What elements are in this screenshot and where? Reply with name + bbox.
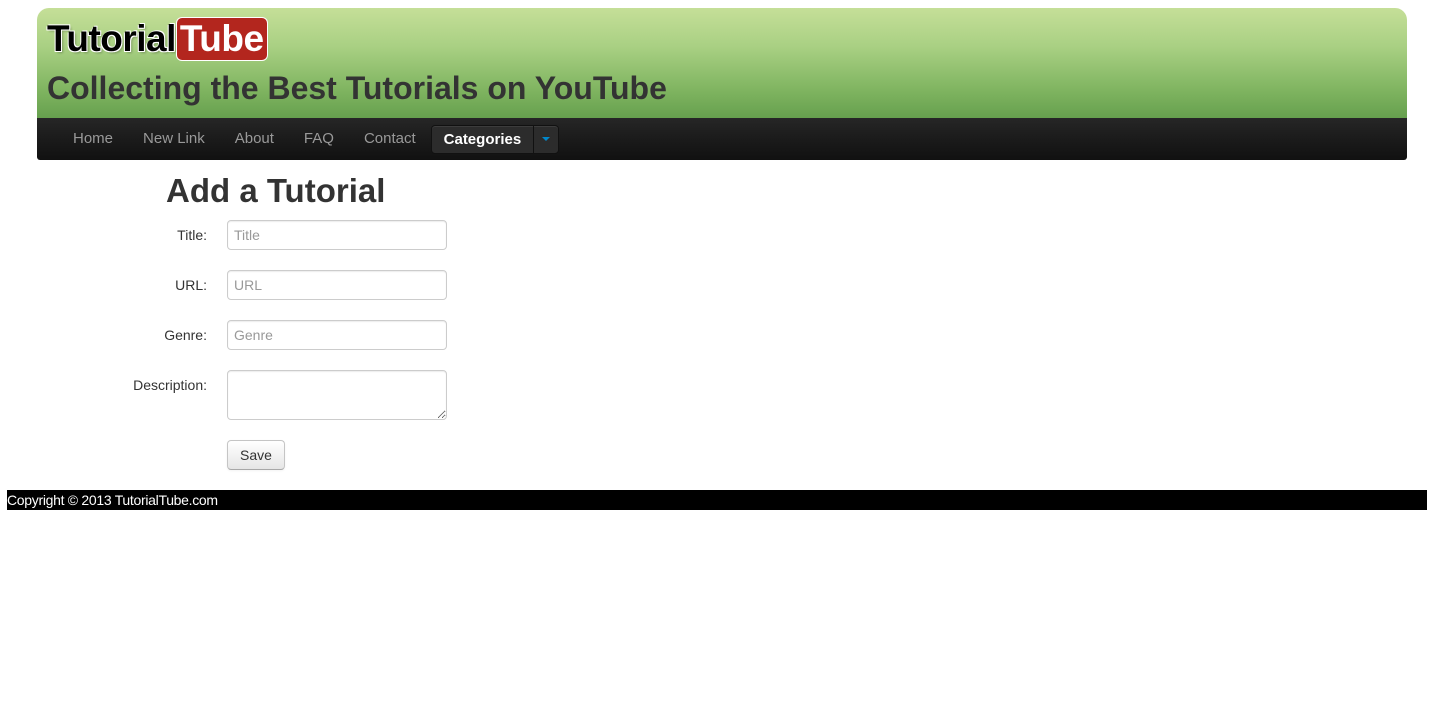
nav-item-contact[interactable]: Contact [349, 119, 431, 159]
logo-text-tutorial: Tutorial [47, 18, 176, 59]
title-label: Title: [177, 227, 207, 243]
page-title: Add a Tutorial [166, 172, 386, 209]
save-button[interactable]: Save [227, 440, 285, 470]
categories-dropdown-label[interactable]: Categories [432, 125, 535, 153]
description-textarea[interactable] [227, 370, 447, 420]
url-input[interactable] [227, 270, 447, 300]
nav-item-home[interactable]: Home [58, 119, 128, 159]
nav-item-new-link[interactable]: New Link [128, 119, 220, 159]
site-logo[interactable]: Tutorial Tube [47, 18, 267, 60]
caret-down-icon [542, 137, 551, 141]
logo-text-tube: Tube [176, 18, 267, 60]
categories-dropdown[interactable]: Categories [430, 124, 560, 154]
nav-item-faq[interactable]: FAQ [289, 119, 349, 159]
title-input[interactable] [227, 220, 447, 250]
footer-copyright: Copyright © 2013 TutorialTube.com [7, 492, 218, 508]
site-tagline: Collecting the Best Tutorials on YouTube [47, 70, 667, 106]
site-footer: Copyright © 2013 TutorialTube.com [7, 490, 1427, 510]
url-label: URL: [175, 277, 207, 293]
description-label: Description: [133, 377, 207, 393]
genre-input[interactable] [227, 320, 447, 350]
categories-dropdown-toggle[interactable] [534, 126, 558, 153]
genre-label: Genre: [164, 327, 207, 343]
nav-item-about[interactable]: About [220, 119, 289, 159]
site-header: Tutorial Tube Collecting the Best Tutoria… [37, 8, 1407, 118]
navbar: Home New Link About FAQ Contact Categori… [37, 118, 1407, 160]
